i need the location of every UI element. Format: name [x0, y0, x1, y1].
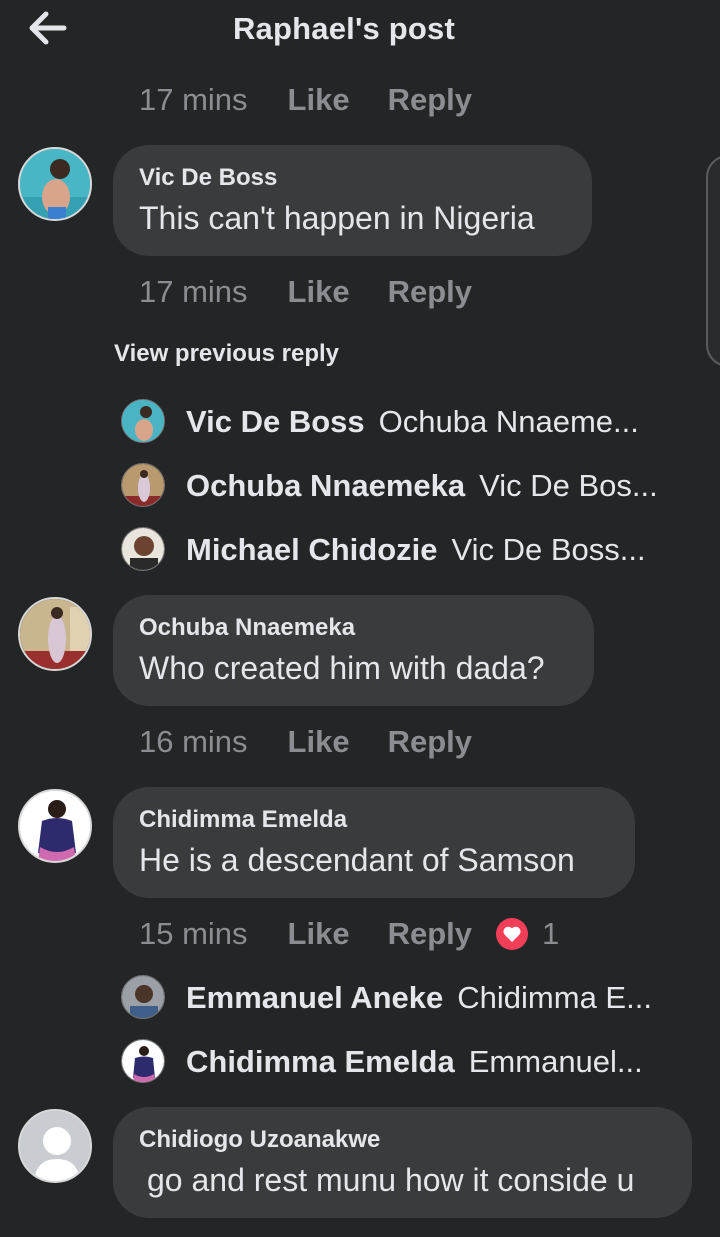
comment-bubble[interactable]: Ochuba Nnaemeka Who created him with dad… [113, 595, 594, 706]
comment-author[interactable]: Ochuba Nnaemeka [139, 613, 568, 643]
avatar[interactable] [18, 597, 92, 671]
reply-author: Emmanuel Aneke [186, 980, 444, 1015]
side-panel-edge [706, 155, 720, 367]
reply-author: Chidimma Emelda [186, 1044, 455, 1079]
reply-snippet: Vic De Bos... [479, 468, 658, 503]
avatar [121, 463, 165, 507]
avatar [121, 527, 165, 571]
reply-preview[interactable]: Ochuba Nnaemeka Vic De Bos... [121, 463, 701, 509]
reply-button[interactable]: Reply [388, 916, 472, 952]
header: Raphael's post [0, 0, 720, 62]
timestamp: 16 mins [139, 724, 248, 759]
avatar [121, 975, 165, 1019]
avatar [121, 399, 165, 443]
reply-preview[interactable]: Vic De Boss Ochuba Nnaeme... [121, 399, 701, 445]
avatar[interactable] [18, 789, 92, 863]
like-button[interactable]: Like [288, 724, 350, 760]
comment-meta: 15 mins Like Reply 1 [139, 914, 559, 954]
like-button[interactable]: Like [288, 82, 350, 118]
timestamp: 15 mins [139, 916, 248, 951]
reply-author: Ochuba Nnaemeka [186, 468, 466, 503]
comment-author[interactable]: Chidimma Emelda [139, 805, 609, 835]
like-button[interactable]: Like [288, 916, 350, 952]
reply-snippet: Vic De Boss... [451, 532, 646, 567]
reaction-summary[interactable]: 1 [496, 916, 559, 952]
reply-preview[interactable]: Chidimma Emelda Emmanuel... [121, 1039, 701, 1085]
comment-author[interactable]: Chidiogo Uzoanakwe [139, 1125, 666, 1155]
comment-text: He is a descendant of Samson [139, 842, 575, 878]
reply-button[interactable]: Reply [388, 82, 472, 118]
reply-snippet: Chidimma E... [457, 980, 652, 1015]
comments-page: Raphael's post 17 mins Like Reply Vic De… [0, 0, 720, 1237]
reply-snippet: Ochuba Nnaeme... [378, 404, 639, 439]
comment-text: This can't happen in Nigeria [139, 200, 535, 236]
reply-button[interactable]: Reply [388, 274, 472, 310]
comment-author[interactable]: Vic De Boss [139, 163, 566, 193]
reply-preview[interactable]: Emmanuel Aneke Chidimma E... [121, 975, 701, 1021]
avatar[interactable] [18, 1109, 92, 1183]
reply-author: Michael Chidozie [186, 532, 438, 567]
page-title: Raphael's post [232, 11, 456, 46]
comment-text: go and rest munu how it conside u [147, 1162, 635, 1198]
reply-button[interactable]: Reply [388, 724, 472, 760]
reply-snippet: Emmanuel... [468, 1044, 643, 1079]
comment-bubble[interactable]: Chidimma Emelda He is a descendant of Sa… [113, 787, 635, 898]
view-previous-replies-link[interactable]: View previous reply [114, 340, 339, 368]
comment-bubble[interactable]: Chidiogo Uzoanakwe go and rest munu how … [113, 1107, 692, 1218]
like-button[interactable]: Like [288, 274, 350, 310]
comment-bubble[interactable]: Vic De Boss This can't happen in Nigeria [113, 145, 592, 256]
reaction-count: 1 [542, 916, 560, 951]
heart-icon [496, 918, 528, 950]
comment-text: Who created him with dada? [139, 650, 545, 686]
comment-meta: 17 mins Like Reply [139, 80, 472, 120]
comment-meta: 16 mins Like Reply [139, 722, 472, 762]
timestamp: 17 mins [139, 82, 248, 117]
reply-preview[interactable]: Michael Chidozie Vic De Boss... [121, 527, 701, 573]
reply-author: Vic De Boss [186, 404, 365, 439]
timestamp: 17 mins [139, 274, 248, 309]
comment-meta: 17 mins Like Reply [139, 272, 472, 312]
avatar[interactable] [18, 147, 92, 221]
avatar [121, 1039, 165, 1083]
